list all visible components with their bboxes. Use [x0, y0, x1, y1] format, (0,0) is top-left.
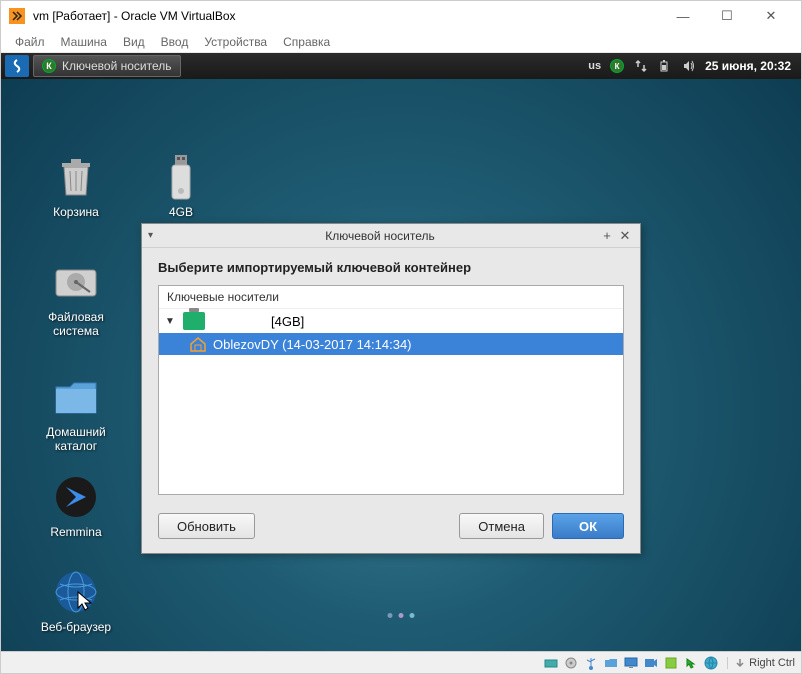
desktop-icon-usb[interactable]: 4GB	[136, 153, 226, 219]
arrow-down-icon	[734, 657, 746, 669]
tray-app-icon[interactable]: К	[609, 58, 625, 74]
menu-input[interactable]: Ввод	[155, 33, 195, 51]
window-menu-icon[interactable]: ▾	[148, 230, 162, 241]
dialog-titlebar[interactable]: ▾ Ключевой носитель + ✕	[142, 224, 640, 248]
menu-help[interactable]: Справка	[277, 33, 336, 51]
menu-machine[interactable]: Машина	[55, 33, 113, 51]
status-guest-additions-icon[interactable]	[663, 655, 679, 671]
container-label: OblezovDY (14-03-2017 14:14:34)	[213, 337, 412, 352]
desktop-icon-label: Веб-браузер	[31, 620, 121, 634]
desktop-icon-label: Remmina	[31, 525, 121, 539]
vbox-status-bar: Right Ctrl	[1, 651, 801, 673]
desktop-icon-home[interactable]: Домашний каталог	[31, 373, 121, 454]
hard-drive-icon	[52, 258, 100, 306]
vbox-app-icon	[9, 8, 25, 24]
menu-devices[interactable]: Устройства	[198, 33, 273, 51]
desktop-icon-trash[interactable]: Корзина	[31, 153, 121, 219]
dialog-maximize-button[interactable]: +	[598, 227, 616, 245]
start-menu-icon[interactable]	[5, 55, 29, 77]
remmina-icon	[52, 473, 100, 521]
status-shared-folder-icon[interactable]	[603, 655, 619, 671]
status-mouse-icon[interactable]	[683, 655, 699, 671]
desktop-icon-label: 4GB	[136, 205, 226, 219]
desktop-icon-remmina[interactable]: Remmina	[31, 473, 121, 539]
usb-drive-icon	[157, 153, 205, 201]
refresh-button[interactable]: Обновить	[158, 513, 255, 539]
guest-top-panel: К Ключевой носитель us К 25 июня, 20:32	[1, 53, 801, 79]
vbox-menubar: Файл Машина Вид Ввод Устройства Справка	[1, 31, 801, 53]
ok-button[interactable]: ОК	[552, 513, 624, 539]
desktop-icon-filesystem[interactable]: Файловая система	[31, 258, 121, 339]
volume-icon[interactable]	[681, 58, 697, 74]
dialog-title: Ключевой носитель	[162, 229, 598, 243]
status-network-icon[interactable]	[703, 655, 719, 671]
folder-icon	[52, 373, 100, 421]
menu-view[interactable]: Вид	[117, 33, 151, 51]
desktop-icon-label: Домашний каталог	[31, 425, 121, 454]
status-display-icon[interactable]	[623, 655, 639, 671]
desktop-icon-label: Корзина	[31, 205, 121, 219]
close-button[interactable]: ✕	[749, 2, 793, 30]
key-container-icon	[189, 336, 207, 352]
status-usb-icon[interactable]	[583, 655, 599, 671]
dialog-button-row: Обновить Отмена ОК	[142, 503, 640, 553]
usb-device-icon	[183, 312, 205, 330]
taskbar-item-label: Ключевой носитель	[62, 59, 172, 73]
loading-indicator	[388, 613, 415, 618]
desktop-icon-label: Файловая система	[31, 310, 121, 339]
status-recording-icon[interactable]	[643, 655, 659, 671]
vbox-titlebar: vm [Работает] - Oracle VM VirtualBox — ☐…	[1, 1, 801, 31]
maximize-button[interactable]: ☐	[705, 2, 749, 30]
dialog-close-button[interactable]: ✕	[616, 227, 634, 245]
expand-collapse-icon[interactable]: ▼	[165, 316, 177, 327]
tree-row-device[interactable]: ▼ [4GB]	[159, 309, 623, 333]
desktop-icon-browser[interactable]: Веб-браузер	[31, 568, 121, 634]
clock[interactable]: 25 июня, 20:32	[705, 59, 791, 73]
tree-row-container[interactable]: OblezovDY (14-03-2017 14:14:34)	[159, 333, 623, 355]
system-tray: us К 25 июня, 20:32	[588, 58, 797, 74]
key-container-tree[interactable]: Ключевые носители ▼ [4GB] OblezovDY (14-…	[158, 285, 624, 495]
guest-desktop: К Ключевой носитель us К 25 июня, 20:32 …	[1, 53, 801, 651]
minimize-button[interactable]: —	[661, 2, 705, 30]
keyboard-layout-indicator[interactable]: us	[588, 60, 601, 72]
trash-icon	[52, 153, 100, 201]
network-icon[interactable]	[633, 58, 649, 74]
battery-icon[interactable]	[657, 58, 673, 74]
menu-file[interactable]: Файл	[9, 33, 51, 51]
dialog-heading: Выберите импортируемый ключевой контейне…	[158, 260, 624, 275]
host-key-label: Right Ctrl	[749, 657, 795, 669]
status-hard-disk-icon[interactable]	[543, 655, 559, 671]
key-carrier-app-icon: К	[42, 59, 56, 73]
cancel-button[interactable]: Отмена	[459, 513, 544, 539]
host-key-indicator[interactable]: Right Ctrl	[727, 657, 795, 669]
taskbar-item-key-carrier[interactable]: К Ключевой носитель	[33, 55, 181, 77]
vbox-window-title: vm [Работает] - Oracle VM VirtualBox	[33, 9, 661, 23]
tree-column-header: Ключевые носители	[159, 286, 623, 309]
globe-icon	[52, 568, 100, 616]
device-label: [4GB]	[271, 314, 304, 329]
status-optical-icon[interactable]	[563, 655, 579, 671]
key-carrier-dialog: ▾ Ключевой носитель + ✕ Выберите импорти…	[141, 223, 641, 554]
